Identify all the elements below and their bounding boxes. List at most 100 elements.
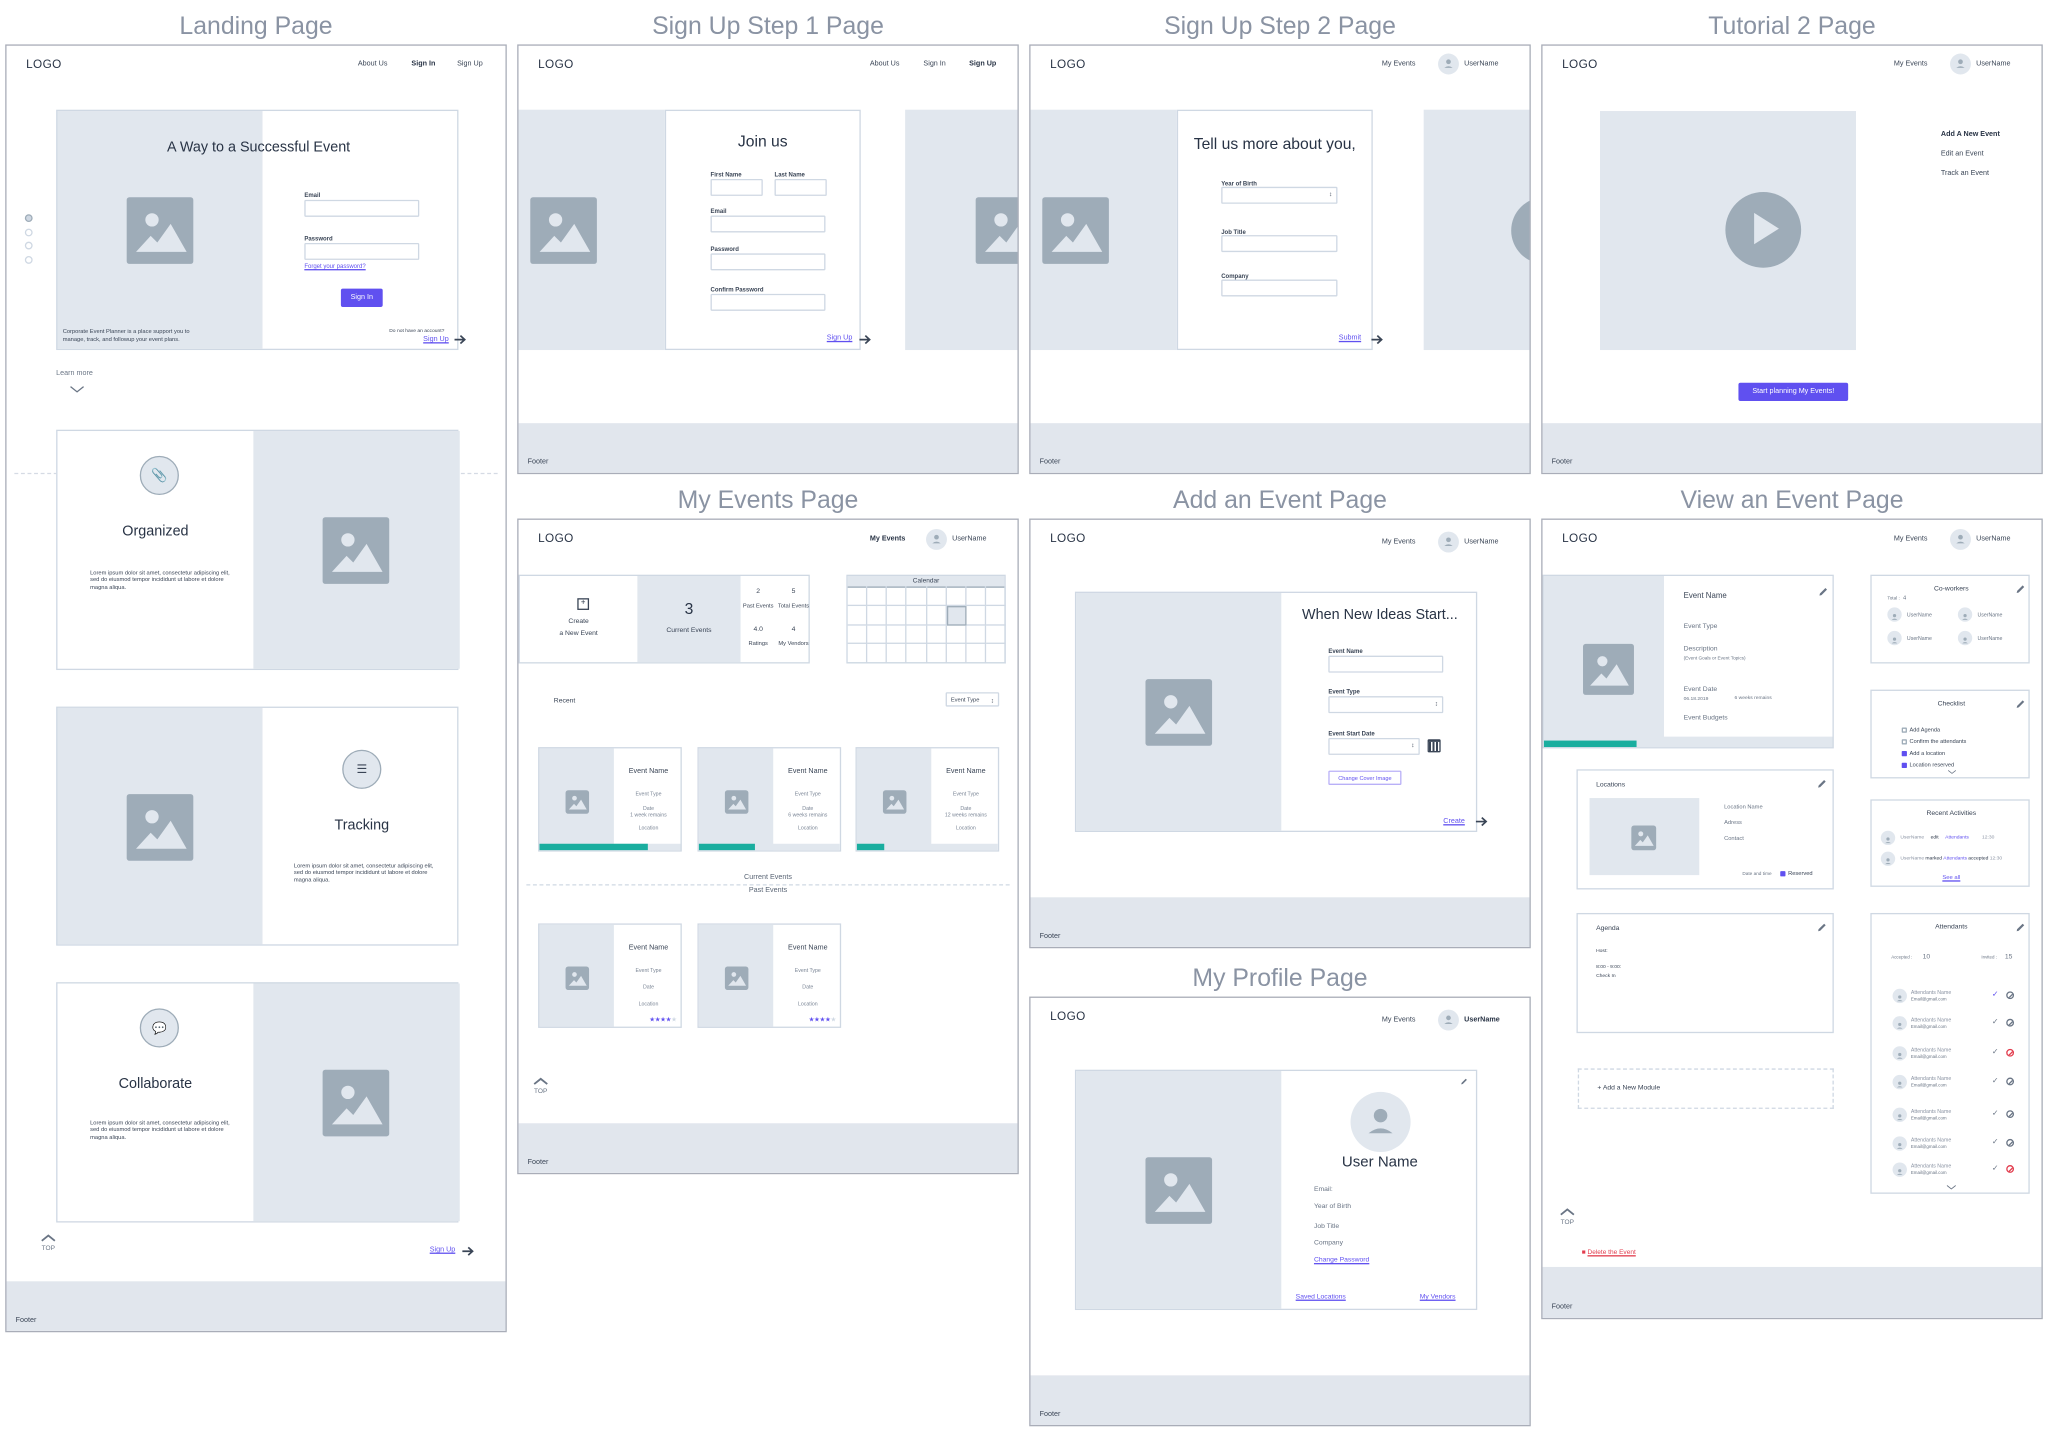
checklist-item[interactable]: Add Agenda — [1901, 726, 1940, 733]
tutorial-step-edit[interactable]: Edit an Event — [1941, 150, 1984, 158]
tutorial-step-add[interactable]: Add A New Event — [1941, 131, 2000, 139]
password-input[interactable] — [710, 253, 826, 271]
learn-more-link[interactable]: Learn more — [56, 370, 93, 378]
activity-target[interactable]: Attendants — [1945, 835, 1969, 840]
calendar-day[interactable] — [847, 586, 868, 606]
calendar-day[interactable] — [946, 605, 967, 625]
calendar-day[interactable] — [985, 586, 1006, 606]
accept-check-icon[interactable]: ✓ — [1992, 1076, 1999, 1086]
user-avatar-icon[interactable] — [1950, 53, 1971, 75]
calendar-day[interactable] — [966, 644, 986, 664]
divider-current-label[interactable]: Current Events — [741, 873, 795, 882]
tutorial-step-track[interactable]: Track an Event — [1941, 170, 1989, 178]
edit-pencil-icon[interactable] — [1817, 922, 1827, 932]
user-avatar-icon[interactable] — [1950, 528, 1971, 550]
decline-ban-icon[interactable] — [2006, 1048, 2015, 1057]
calendar-day[interactable] — [966, 605, 986, 625]
user-avatar-icon[interactable] — [926, 528, 947, 550]
coworker-name[interactable]: UserName — [1977, 635, 2002, 642]
password-input[interactable] — [304, 242, 420, 260]
create-link[interactable]: Create — [1443, 818, 1465, 826]
event-name-input[interactable] — [1328, 655, 1444, 673]
checkbox-checked-icon[interactable] — [1901, 762, 1907, 768]
calendar-day[interactable] — [966, 586, 986, 606]
calendar-day[interactable] — [966, 624, 986, 645]
activity-target[interactable]: Attendants — [1943, 856, 1967, 861]
saved-locations-link[interactable]: Saved Locations — [1296, 1293, 1346, 1301]
decline-ban-icon[interactable] — [2006, 1110, 2015, 1119]
nav-username[interactable]: UserName — [952, 536, 986, 544]
arrow-right-icon[interactable] — [1475, 816, 1488, 826]
checklist-item[interactable]: Add a location — [1901, 750, 1945, 757]
carousel-dot-active[interactable] — [24, 214, 33, 223]
calendar-day[interactable] — [985, 624, 1006, 645]
checklist-item[interactable]: Confirm the attendants — [1901, 738, 1966, 744]
accept-check-icon[interactable]: ✓ — [1992, 1164, 1999, 1173]
edit-pencil-icon[interactable] — [2015, 584, 2025, 594]
calendar-day[interactable] — [946, 644, 967, 664]
sign-in-button[interactable]: Sign In — [340, 288, 383, 307]
checkbox-checked-icon[interactable] — [1780, 870, 1786, 877]
calendar-day[interactable] — [867, 644, 888, 664]
checkbox-checked-icon[interactable] — [1901, 750, 1907, 757]
divider-past-label[interactable]: Past Events — [746, 886, 790, 895]
start-planning-button[interactable]: Start planning My Events! — [1738, 382, 1849, 401]
decline-ban-icon[interactable] — [2006, 1165, 2015, 1173]
calendar-day[interactable] — [867, 586, 888, 606]
nav-username[interactable]: UserName — [1464, 538, 1498, 546]
accept-check-icon[interactable]: ✓ — [1992, 1109, 1999, 1118]
forgot-password-link[interactable]: Forget your password? — [304, 263, 365, 270]
user-avatar-icon[interactable] — [1438, 531, 1459, 553]
accept-check-icon[interactable]: ✓ — [1992, 1138, 1999, 1147]
carousel-dot[interactable] — [24, 241, 33, 250]
edit-pencil-icon[interactable] — [2015, 699, 2025, 709]
calendar-day[interactable] — [887, 624, 907, 645]
arrow-right-icon[interactable] — [1370, 334, 1383, 344]
past-event-card[interactable]: Event Name Event Type Date Location ★★★★★ — [538, 923, 682, 1028]
calendar-day[interactable] — [887, 586, 907, 606]
calendar-day[interactable] — [887, 605, 907, 625]
coworker-name[interactable]: UserName — [1907, 611, 1932, 618]
carousel-dot[interactable] — [24, 255, 33, 264]
arrow-right-icon[interactable] — [461, 1246, 474, 1256]
chevron-down-icon[interactable] — [69, 385, 85, 393]
calendar-day[interactable] — [946, 624, 967, 645]
create-event-button[interactable]: + Create a New Event — [520, 576, 638, 662]
checklist-item[interactable]: Location reserved — [1901, 761, 1954, 768]
edit-pencil-icon[interactable] — [1818, 586, 1828, 596]
calendar-day[interactable] — [906, 624, 927, 645]
event-card[interactable]: Event Name Event Type Date 1 week remains Lo… — [538, 747, 682, 852]
user-avatar-icon[interactable] — [1438, 1009, 1459, 1031]
calendar-day[interactable] — [906, 644, 927, 664]
email-input[interactable] — [710, 215, 826, 233]
see-all-link[interactable]: See all — [1872, 874, 2031, 881]
chevron-down-icon[interactable] — [1947, 769, 1956, 774]
decline-ban-icon[interactable] — [2006, 991, 2015, 1000]
nav-my-events[interactable]: My Events — [1382, 1016, 1416, 1024]
calendar-day[interactable] — [926, 624, 947, 645]
calendar-day[interactable] — [926, 586, 947, 606]
calendar-day[interactable] — [887, 644, 907, 664]
change-cover-image-button[interactable]: Change Cover Image — [1328, 770, 1402, 785]
nav-my-events[interactable]: My Events — [1894, 536, 1928, 544]
calendar-day[interactable] — [847, 624, 868, 645]
nav-sign-in[interactable]: Sign In — [411, 60, 435, 68]
nav-username[interactable]: UserName — [1464, 1016, 1500, 1024]
nav-username[interactable]: UserName — [1976, 536, 2010, 544]
decline-ban-icon[interactable] — [2006, 1138, 2015, 1147]
last-name-input[interactable] — [774, 178, 827, 196]
coworker-name[interactable]: UserName — [1907, 635, 1932, 642]
nav-username[interactable]: UserName — [1464, 60, 1498, 68]
nav-about-us[interactable]: About Us — [358, 60, 388, 68]
calendar-day[interactable] — [926, 605, 947, 625]
reserved-checkbox[interactable]: Reserved — [1780, 870, 1813, 877]
first-name-input[interactable] — [710, 178, 763, 196]
nav-my-events[interactable]: My Events — [1894, 60, 1928, 68]
calendar-day[interactable] — [906, 605, 927, 625]
past-event-card[interactable]: Event Name Event Type Date Location ★★★★★ — [697, 923, 842, 1028]
carousel-dot[interactable] — [24, 227, 33, 236]
calendar-day[interactable] — [946, 586, 967, 606]
chevron-down-icon[interactable] — [1946, 1185, 1956, 1190]
coworker-avatar-icon[interactable] — [1887, 607, 1902, 622]
nav-sign-up[interactable]: Sign Up — [969, 60, 996, 68]
